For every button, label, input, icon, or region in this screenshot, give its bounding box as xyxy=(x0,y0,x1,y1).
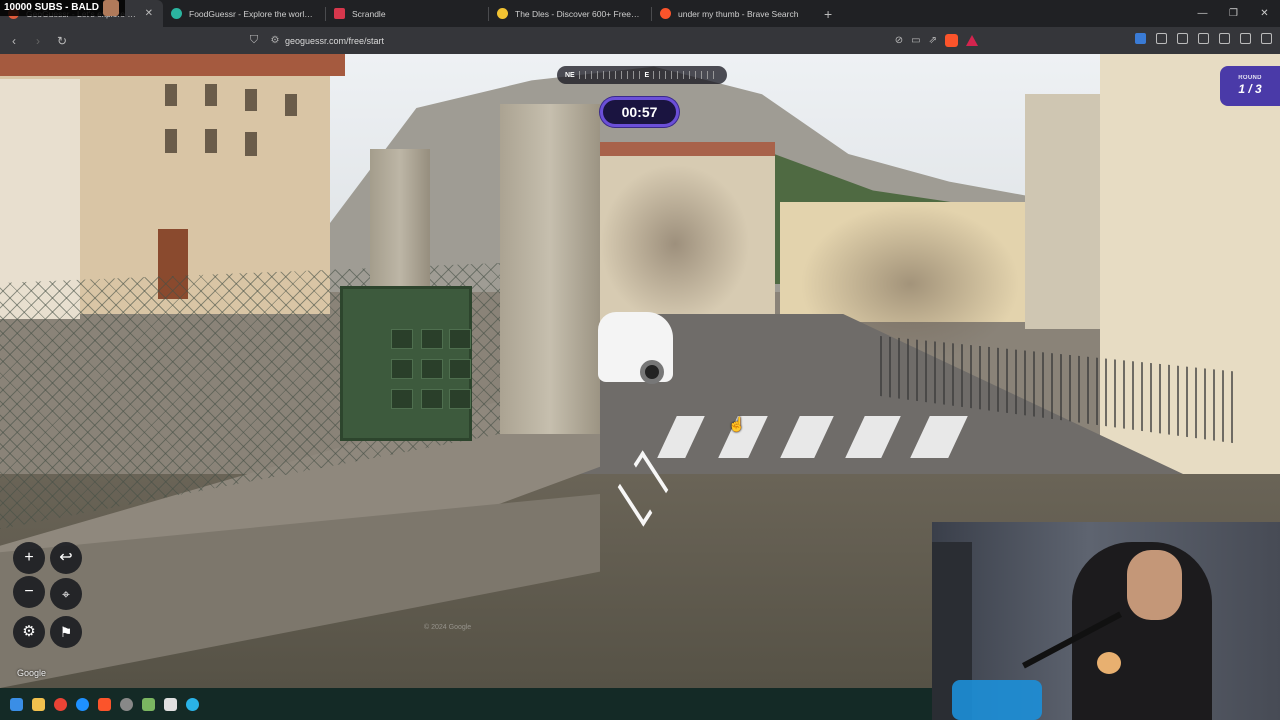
reload-icon[interactable]: ↻ xyxy=(52,34,72,48)
roof-center xyxy=(595,142,775,156)
tab-foodguessr[interactable]: FoodGuessr - Explore the world by fo xyxy=(163,0,325,27)
green-mailboxes xyxy=(340,286,472,441)
brave-search-favicon-icon xyxy=(660,8,671,19)
streamer-webcam xyxy=(932,522,1280,720)
round-value: 1 / 3 xyxy=(1238,82,1262,96)
brave-shields-icon[interactable] xyxy=(945,34,958,47)
restore-icon[interactable]: ❐ xyxy=(1218,0,1249,27)
browser-tab-strip: GeoGuessr - Let's explore the ✕ FoodGues… xyxy=(0,0,1280,27)
stone-gate-pillar xyxy=(500,104,600,434)
mouse-cursor-icon: ☝ xyxy=(728,416,746,432)
screen-capture-icon[interactable]: ▭ xyxy=(911,35,920,46)
brave-icon[interactable] xyxy=(98,697,111,711)
bookmark-icon[interactable]: ⛉ xyxy=(243,34,265,47)
brave-rewards-icon[interactable] xyxy=(966,35,978,46)
leo-ai-icon[interactable] xyxy=(1219,33,1230,44)
compass-ticks xyxy=(653,71,715,79)
tab-title: The Dles - Discover 600+ Free Daily xyxy=(515,8,641,19)
stream-overlay-banner: 10000 SUBS - BALD xyxy=(0,0,126,16)
compass-heading-ne: NE xyxy=(565,71,575,79)
streamer-face-icon xyxy=(103,0,120,16)
zoom-in-button[interactable]: + xyxy=(13,542,45,574)
tab-title: under my thumb - Brave Search xyxy=(678,8,799,19)
tab-brave-search[interactable]: under my thumb - Brave Search xyxy=(652,0,814,27)
site-info-icon[interactable]: ⚙ xyxy=(265,35,285,46)
vpn-icon[interactable] xyxy=(1240,33,1251,44)
windows-taskbar xyxy=(0,688,932,720)
app-icon[interactable] xyxy=(142,697,155,711)
foodguessr-favicon-icon xyxy=(171,8,182,19)
forward-icon[interactable]: › xyxy=(28,34,48,48)
round-indicator: ROUND 1 / 3 xyxy=(1220,66,1280,106)
window xyxy=(205,84,217,106)
address-bar[interactable]: ⛉ ⚙ geoguessr.com/free/start ⊘ ▭ ⇗ xyxy=(243,30,988,51)
tab-the-dles[interactable]: The Dles - Discover 600+ Free Daily xyxy=(489,0,651,27)
app-icon[interactable] xyxy=(186,697,199,711)
copyright-text: © 2024 Google xyxy=(424,624,472,631)
undo-move-icon[interactable]: ↩ xyxy=(50,542,82,574)
roof-left xyxy=(0,54,345,76)
app-icon[interactable] xyxy=(164,697,177,711)
the-dles-favicon-icon xyxy=(497,8,508,19)
window xyxy=(205,129,217,153)
omnibox-actions: ⊘ ▭ ⇗ xyxy=(895,34,978,47)
edge-icon[interactable] xyxy=(76,697,89,711)
streamer-face xyxy=(1127,550,1182,620)
tab-title: FoodGuessr - Explore the world by fo xyxy=(189,8,315,19)
compass: NE E xyxy=(557,66,727,84)
wallet-icon[interactable] xyxy=(1198,33,1209,44)
minimize-icon[interactable]: — xyxy=(1187,0,1218,27)
window-controls: — ❐ ✕ xyxy=(1187,0,1280,27)
sidebar-icon[interactable] xyxy=(1177,33,1188,44)
close-tab-icon[interactable]: ✕ xyxy=(145,8,153,19)
tab-scrandle[interactable]: Scrandle xyxy=(326,0,488,27)
close-window-icon[interactable]: ✕ xyxy=(1249,0,1280,27)
window xyxy=(165,84,177,106)
settings-gear-icon[interactable]: ⚙ xyxy=(13,616,45,648)
menu-icon[interactable] xyxy=(1261,33,1272,44)
banner-text: 10000 SUBS - BALD xyxy=(4,2,100,13)
white-car xyxy=(598,312,673,384)
window xyxy=(245,89,257,111)
tree xyxy=(600,164,750,324)
file-explorer-icon[interactable] xyxy=(32,697,45,711)
share-icon[interactable]: ⇗ xyxy=(929,35,937,46)
monkey-figurine xyxy=(1097,652,1121,674)
round-timer: 00:57 xyxy=(600,97,679,127)
extensions-area xyxy=(1135,33,1272,44)
window xyxy=(165,129,177,153)
flag-icon[interactable]: ⚑ xyxy=(50,616,82,648)
back-icon[interactable]: ‹ xyxy=(4,34,24,48)
chrome-icon[interactable] xyxy=(54,697,67,711)
url-text[interactable]: geoguessr.com/free/start xyxy=(285,36,384,46)
scrandle-favicon-icon xyxy=(334,8,345,19)
translate-icon[interactable]: ⊘ xyxy=(895,35,903,46)
wheel xyxy=(640,360,664,384)
puzzle-icon[interactable] xyxy=(1156,33,1167,44)
tab-title: Scrandle xyxy=(352,8,386,19)
browser-toolbar: ‹ › ↻ ⛉ ⚙ geoguessr.com/free/start ⊘ ▭ ⇗ xyxy=(0,27,1280,54)
zoom-out-button[interactable]: − xyxy=(13,576,45,608)
round-label: ROUND xyxy=(1238,75,1262,81)
window xyxy=(245,132,257,156)
start-icon[interactable] xyxy=(10,697,23,711)
compass-ticks xyxy=(578,71,641,79)
return-to-start-icon[interactable]: ⌖ xyxy=(50,578,82,610)
extension-icon[interactable] xyxy=(1135,33,1146,44)
new-tab-button[interactable]: + xyxy=(824,6,832,22)
app-icon[interactable] xyxy=(120,697,133,711)
window xyxy=(285,94,297,116)
google-watermark: Google xyxy=(17,668,47,678)
compass-heading-e: E xyxy=(644,71,650,79)
blue-light xyxy=(952,680,1042,720)
